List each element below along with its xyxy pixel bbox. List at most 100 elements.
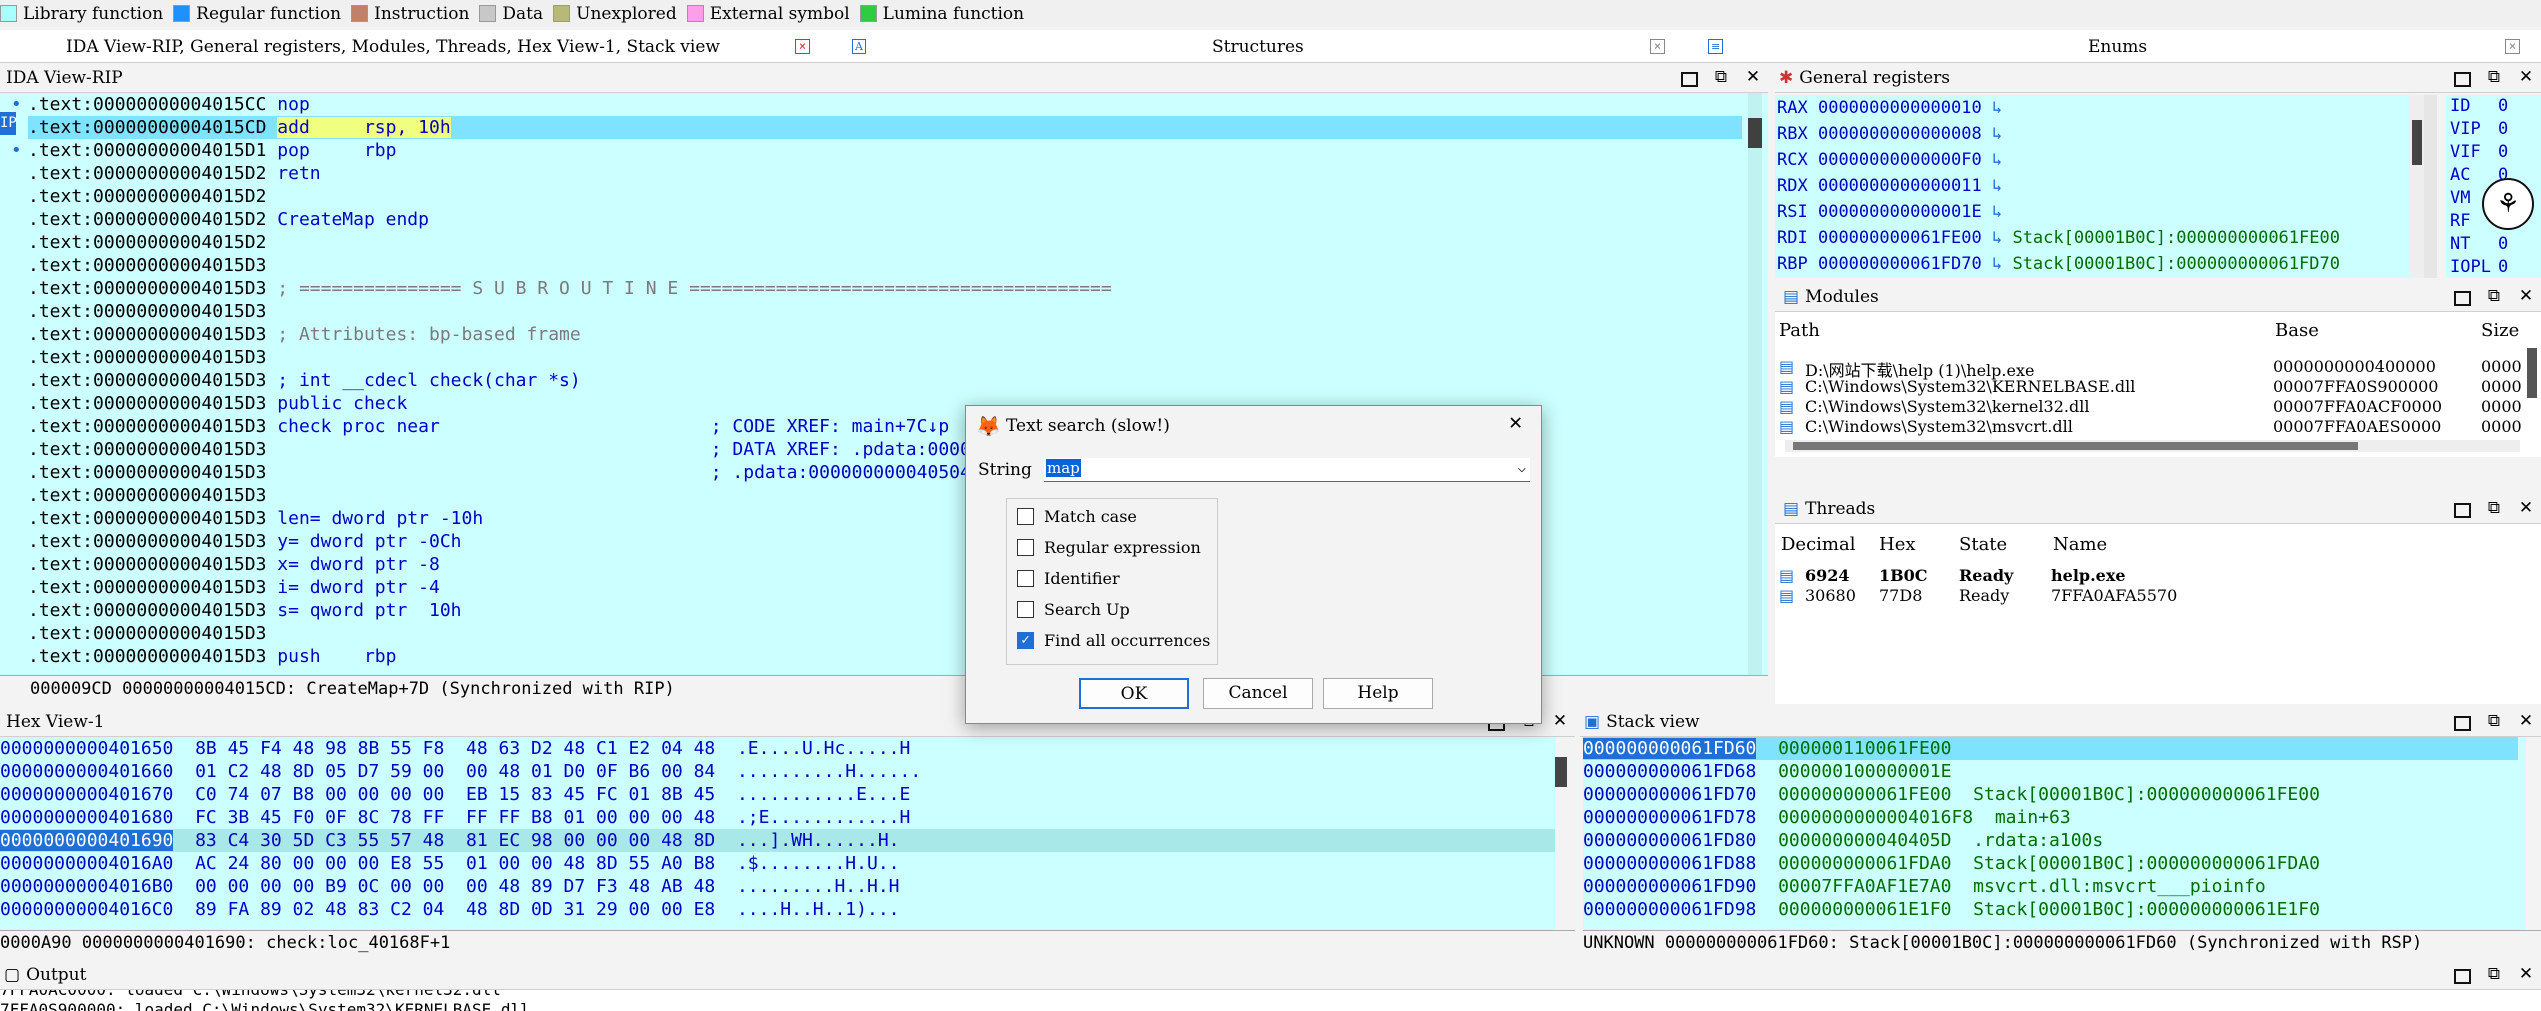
disasm-line[interactable]: .text:00000000004015D3 x= dword ptr -8 <box>0 553 440 576</box>
restore-icon[interactable]: ⧉ <box>1712 69 1730 87</box>
breakpoint-gutter[interactable] <box>0 277 28 300</box>
registers-scrollbar[interactable] <box>2410 95 2424 278</box>
thread-hex[interactable]: 77D8 <box>1879 586 1922 605</box>
restore-icon[interactable]: ⧉ <box>2485 69 2503 87</box>
breakpoint-gutter[interactable] <box>0 300 28 323</box>
stack-row[interactable]: 000000000061FD98 000000000061E1F0 Stack[… <box>1583 898 2320 921</box>
breakpoint-gutter[interactable] <box>0 346 28 369</box>
register-value[interactable]: 000000000000001E <box>1818 202 1982 222</box>
flag-value[interactable]: 0 <box>2498 119 2508 139</box>
thread-state[interactable]: Ready <box>1959 586 2009 605</box>
module-size[interactable]: 0000 <box>2481 397 2522 416</box>
hex-row[interactable]: 00000000004016C0 89 FA 89 02 48 83 C2 04… <box>0 898 900 921</box>
maximize-icon[interactable] <box>2453 713 2471 731</box>
register-row[interactable]: RBX 0000000000000008 ↳ <box>1777 121 2012 147</box>
register-value[interactable]: 0000000000000011 <box>1818 176 1982 196</box>
flag-value[interactable]: 0 <box>2498 257 2508 277</box>
jump-arrow-icon[interactable]: ↳ <box>1982 254 2013 274</box>
hex-row[interactable]: 00000000004016A0 AC 24 80 00 00 00 E8 55… <box>0 852 900 875</box>
modules-col-size[interactable]: Size <box>2481 320 2519 341</box>
disasm-line[interactable]: .text:00000000004015D3 <box>0 254 277 277</box>
breakpoint-gutter[interactable] <box>0 484 28 507</box>
hex-scrollbar[interactable] <box>1555 757 1567 787</box>
breakpoint-gutter[interactable] <box>0 576 28 599</box>
hex-bytes[interactable]: 83 C4 30 5D C3 55 57 48 81 EC 98 00 00 0… <box>195 830 715 851</box>
maximize-icon[interactable] <box>2453 500 2471 518</box>
register-value[interactable]: 00000000000000F0 <box>1818 150 1982 170</box>
chevron-down-icon[interactable]: ⌵ <box>1518 460 1526 476</box>
breakpoint-gutter[interactable] <box>0 162 28 185</box>
disasm-line[interactable]: .text:00000000004015D3 <box>0 484 277 507</box>
jump-arrow-icon[interactable]: ↳ <box>1982 98 2013 118</box>
jump-arrow-icon[interactable]: ↳ <box>1982 124 2013 144</box>
option-label[interactable]: Regular expression <box>1044 538 1201 557</box>
disasm-line[interactable]: .text:00000000004015D3 <box>0 622 277 645</box>
restore-icon[interactable]: ⧉ <box>2485 713 2503 731</box>
register-value[interactable]: 000000000061FE00 <box>1818 228 1982 248</box>
tab-structures[interactable]: Structures <box>1212 30 1304 63</box>
disasm-line[interactable]: .text:00000000004015D2 <box>0 185 277 208</box>
stack-value[interactable]: 0000000000004016F8 <box>1778 807 1973 828</box>
tab-close-icon[interactable]: × <box>2505 39 2520 54</box>
breakpoint-gutter[interactable] <box>0 185 28 208</box>
stack-value[interactable]: 000000000061FE00 <box>1778 784 1951 805</box>
flag-row[interactable]: ID 0 <box>2450 95 2508 118</box>
hex-row[interactable]: 0000000000401650 8B 45 F4 48 98 8B 55 F8… <box>0 737 910 760</box>
stack-row[interactable]: 000000000061FD60 000000110061FE00 <box>1583 737 2518 760</box>
disasm-line[interactable]: .text:00000000004015D3 ; DATA XREF: .pda… <box>0 438 1123 461</box>
module-size[interactable]: 0000 <box>2481 357 2522 376</box>
close-icon[interactable]: ✕ <box>2517 713 2535 731</box>
register-value[interactable]: 0000000000000008 <box>1818 124 1982 144</box>
stack-row[interactable]: 000000000061FD88 000000000061FDA0 Stack[… <box>1583 852 2320 875</box>
breakpoint-gutter[interactable] <box>0 369 28 392</box>
hex-ascii[interactable]: .;E............H <box>737 807 910 828</box>
disasm-line[interactable]: .text:00000000004015D3 <box>0 300 277 323</box>
flag-value[interactable]: 0 <box>2498 142 2508 162</box>
flag-row[interactable]: VIP 0 <box>2450 118 2508 141</box>
disasm-line[interactable]: .text:00000000004015D3 <box>0 346 277 369</box>
breakpoint-gutter[interactable] <box>0 530 28 553</box>
hex-bytes[interactable]: 00 00 00 00 B9 0C 00 00 00 48 89 D7 F3 4… <box>195 876 715 897</box>
thread-state[interactable]: Ready <box>1959 566 2013 585</box>
disasm-line[interactable]: .text:00000000004015D3 public check <box>0 392 407 415</box>
option-label[interactable]: Match case <box>1044 507 1137 526</box>
jump-arrow-icon[interactable]: ↳ <box>1982 150 2013 170</box>
option-label[interactable]: Search Up <box>1044 600 1130 619</box>
hex-ascii[interactable]: ...........E...E <box>737 784 910 805</box>
breakpoint-gutter[interactable] <box>0 438 28 461</box>
hex-row[interactable]: 0000000000401670 C0 74 07 B8 00 00 00 00… <box>0 783 910 806</box>
close-icon[interactable]: ✕ <box>1509 410 1522 435</box>
hex-bytes[interactable]: 8B 45 F4 48 98 8B 55 F8 48 63 D2 48 C1 E… <box>195 738 715 759</box>
register-row[interactable]: RDI 000000000061FE00 ↳ Stack[00001B0C]:0… <box>1777 225 2340 251</box>
breakpoint-gutter[interactable] <box>0 461 28 484</box>
threads-col-decimal[interactable]: Decimal <box>1781 534 1855 555</box>
breakpoint-gutter[interactable] <box>0 645 28 668</box>
thread-hex[interactable]: 1B0C <box>1879 566 1928 585</box>
register-value[interactable]: 0000000000000010 <box>1818 98 1982 118</box>
string-input[interactable]: map ⌵ <box>1044 458 1530 482</box>
stack-value[interactable]: 000000000061E1F0 <box>1778 899 1951 920</box>
breakpoint-gutter[interactable] <box>0 392 28 415</box>
flag-value[interactable]: 0 <box>2498 234 2508 254</box>
register-row[interactable]: RBP 000000000061FD70 ↳ Stack[00001B0C]:0… <box>1777 251 2340 277</box>
stack-value[interactable]: 000000110061FE00 <box>1778 738 1951 759</box>
jump-arrow-icon[interactable]: ↳ <box>1982 228 2013 248</box>
hex-row[interactable]: 0000000000401680 FC 3B 45 F0 0F 8C 78 FF… <box>0 806 910 829</box>
hex-ascii[interactable]: .........H..H.H <box>737 876 900 897</box>
thread-name[interactable]: 7FFA0AFA5570 <box>2051 586 2177 605</box>
hex-ascii[interactable]: ..........H...... <box>737 761 921 782</box>
module-path[interactable]: C:\Windows\System32\msvcrt.dll <box>1805 417 2073 436</box>
close-icon[interactable]: ✕ <box>1551 713 1569 731</box>
hex-bytes[interactable]: C0 74 07 B8 00 00 00 00 EB 15 83 45 FC 0… <box>195 784 715 805</box>
disasm-line[interactable]: .text:00000000004015CD add rsp, 10h <box>28 116 1742 139</box>
hex-ascii[interactable]: .E....U.Hc.....H <box>737 738 910 759</box>
stack-row[interactable]: 000000000061FD78 0000000000004016F8 main… <box>1583 806 2071 829</box>
modules-col-base[interactable]: Base <box>2275 320 2319 341</box>
restore-icon[interactable]: ⧉ <box>2485 500 2503 518</box>
module-path[interactable]: C:\Windows\System32\kernel32.dll <box>1805 397 2089 416</box>
ok-button[interactable]: OK <box>1079 678 1189 709</box>
flag-value[interactable]: 0 <box>2498 96 2508 116</box>
stack-row[interactable]: 000000000061FD80 000000000040405D .rdata… <box>1583 829 2103 852</box>
disasm-line[interactable]: • .text:00000000004015D1 pop rbp <box>0 139 397 162</box>
restore-icon[interactable]: ⧉ <box>2485 288 2503 306</box>
